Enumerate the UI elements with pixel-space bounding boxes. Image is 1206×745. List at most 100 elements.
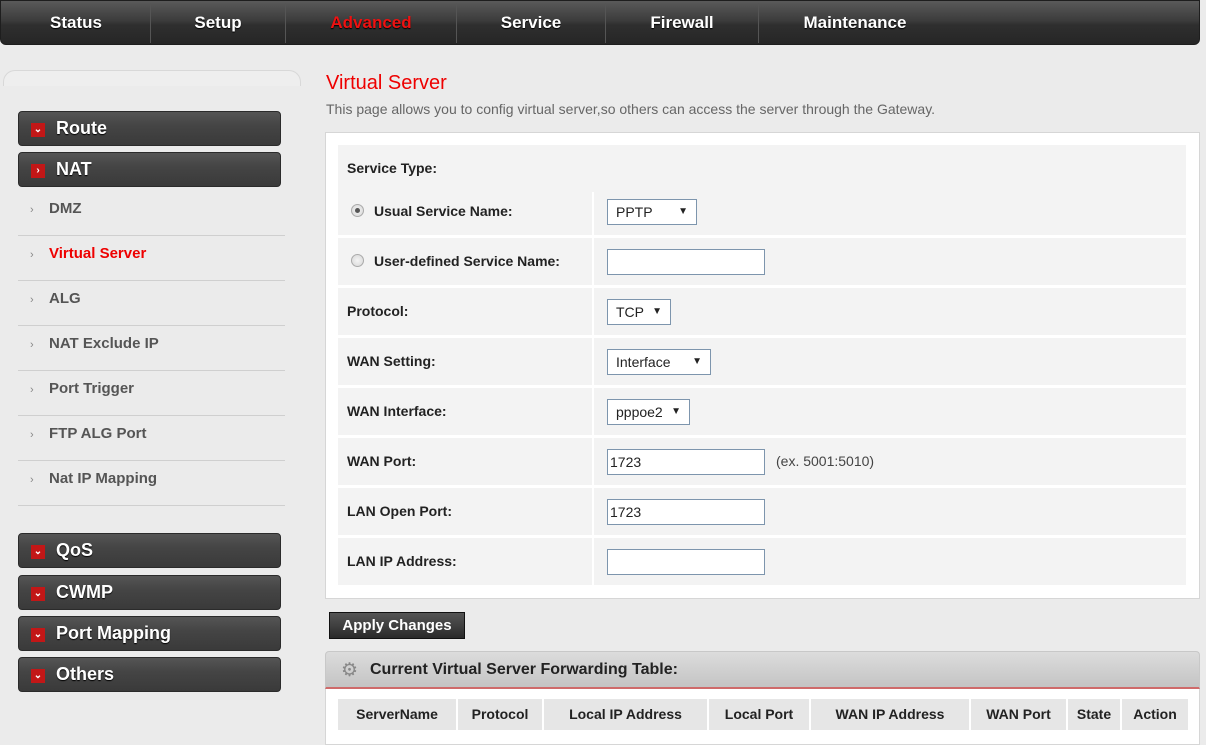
usual-service-radio[interactable] <box>351 204 364 217</box>
forwarding-table: ServerName Protocol Local IP Address Loc… <box>325 689 1200 745</box>
usual-service-select[interactable]: PPTP ▼ <box>607 199 697 225</box>
chevron-right-icon: › <box>31 164 45 178</box>
column-header-local-port: Local Port <box>709 699 809 730</box>
sidebar-group-label: Others <box>56 664 115 684</box>
protocol-label: Protocol: <box>347 303 409 319</box>
form-row-wan-interface: WAN Interface: pppoe2 ▼ <box>338 388 1186 435</box>
nav-firewall[interactable]: Firewall <box>606 1 758 45</box>
page-title: Virtual Server <box>326 72 447 94</box>
user-defined-service-label: User-defined Service Name: <box>374 253 560 269</box>
sidebar-group-label: QoS <box>56 540 94 560</box>
form-row-user-defined-service: User-defined Service Name: <box>338 238 1186 285</box>
dropdown-arrow-icon: ▼ <box>692 356 702 367</box>
wan-setting-label: WAN Setting: <box>347 353 436 369</box>
sidebar-item-nat-exclude-ip[interactable]: › NAT Exclude IP <box>18 326 285 371</box>
form-row-wan-setting: WAN Setting: Interface ▼ <box>338 338 1186 385</box>
forwarding-table-header: ⚙ Current Virtual Server Forwarding Tabl… <box>325 651 1200 689</box>
wan-interface-value: pppoe2 <box>616 404 663 420</box>
sidebar-item-virtual-server[interactable]: › Virtual Server <box>18 236 285 281</box>
wan-setting-select[interactable]: Interface ▼ <box>607 349 711 375</box>
wan-port-label: WAN Port: <box>347 453 417 469</box>
forwarding-table-title: Current Virtual Server Forwarding Table: <box>370 661 678 678</box>
chevron-right-icon: › <box>30 384 34 396</box>
usual-service-label: Usual Service Name: <box>374 203 513 219</box>
sidebar-group-nat[interactable]: › NAT <box>18 152 281 187</box>
sidebar-group-label: Route <box>56 118 107 138</box>
chevron-down-icon: ⌄ <box>31 545 45 559</box>
sidebar-item-label: FTP ALG Port <box>49 425 147 442</box>
column-header-state: State <box>1068 699 1120 730</box>
sidebar-group-cwmp[interactable]: ⌄ CWMP <box>18 575 281 610</box>
sidebar-item-label: DMZ <box>49 200 82 217</box>
gear-icon: ⚙ <box>341 660 359 681</box>
service-type-label: Service Type: <box>347 160 438 176</box>
chevron-right-icon: › <box>30 429 34 441</box>
sidebar-item-label: Port Trigger <box>49 380 135 397</box>
chevron-right-icon: › <box>30 204 34 216</box>
nav-status[interactable]: Status <box>1 1 151 45</box>
nav-service[interactable]: Service <box>457 1 605 45</box>
chevron-right-icon: › <box>30 474 34 486</box>
dropdown-arrow-icon: ▼ <box>671 406 681 417</box>
nav-maintenance[interactable]: Maintenance <box>759 1 951 45</box>
lan-open-port-label: LAN Open Port: <box>347 503 452 519</box>
form-row-service-type: Service Type: <box>338 145 1186 192</box>
virtual-server-form: Service Type: Usual Service Name: PPTP ▼… <box>325 132 1200 599</box>
dropdown-arrow-icon: ▼ <box>652 306 662 317</box>
chevron-right-icon: › <box>30 294 34 306</box>
usual-service-value: PPTP <box>616 204 653 220</box>
lan-open-port-input[interactable] <box>607 499 765 525</box>
dropdown-arrow-icon: ▼ <box>678 206 688 217</box>
sidebar-group-label: CWMP <box>56 582 113 602</box>
sidebar-group-route[interactable]: ⌄ Route <box>18 111 281 146</box>
chevron-right-icon: › <box>30 249 34 261</box>
user-defined-service-radio[interactable] <box>351 254 364 267</box>
chevron-down-icon: ⌄ <box>31 123 45 137</box>
wan-port-hint: (ex. 5001:5010) <box>776 453 875 469</box>
sidebar-group-port-mapping[interactable]: ⌄ Port Mapping <box>18 616 281 651</box>
user-defined-service-input[interactable] <box>607 249 765 275</box>
sidebar-item-dmz[interactable]: › DMZ <box>18 191 285 236</box>
apply-changes-button[interactable]: Apply Changes <box>329 612 465 639</box>
sidebar-item-label: Virtual Server <box>49 245 147 262</box>
column-header-wan-ip-address: WAN IP Address <box>811 699 969 730</box>
column-header-local-ip-address: Local IP Address <box>544 699 707 730</box>
sidebar-item-ftp-alg-port[interactable]: › FTP ALG Port <box>18 416 285 461</box>
wan-port-input[interactable] <box>607 449 765 475</box>
nav-advanced[interactable]: Advanced <box>286 1 456 45</box>
nav-setup[interactable]: Setup <box>151 1 285 45</box>
column-header-wan-port: WAN Port <box>971 699 1066 730</box>
protocol-value: TCP <box>616 304 644 320</box>
sidebar-item-port-trigger[interactable]: › Port Trigger <box>18 371 285 416</box>
chevron-down-icon: ⌄ <box>31 628 45 642</box>
chevron-down-icon: ⌄ <box>31 587 45 601</box>
lan-ip-address-input[interactable] <box>607 549 765 575</box>
column-header-action: Action <box>1122 699 1188 730</box>
sidebar-item-label: Nat IP Mapping <box>49 470 158 487</box>
sidebar-group-label: Port Mapping <box>56 623 171 643</box>
page-description: This page allows you to config virtual s… <box>326 101 936 117</box>
sidebar-group-qos[interactable]: ⌄ QoS <box>18 533 281 568</box>
sidebar-item-alg[interactable]: › ALG <box>18 281 285 326</box>
form-row-protocol: Protocol: TCP ▼ <box>338 288 1186 335</box>
form-row-lan-open-port: LAN Open Port: <box>338 488 1186 535</box>
protocol-select[interactable]: TCP ▼ <box>607 299 671 325</box>
wan-interface-label: WAN Interface: <box>347 403 447 419</box>
sidebar-item-label: ALG <box>49 290 81 307</box>
chevron-right-icon: › <box>30 339 34 351</box>
form-row-wan-port: WAN Port: (ex. 5001:5010) <box>338 438 1186 485</box>
sidebar-item-nat-ip-mapping[interactable]: › Nat IP Mapping <box>18 461 285 506</box>
sidebar-item-label: NAT Exclude IP <box>49 335 159 352</box>
form-row-lan-ip-address: LAN IP Address: <box>338 538 1186 585</box>
form-row-usual-service: Usual Service Name: PPTP ▼ <box>338 188 1186 235</box>
top-navigation: Status Setup Advanced Service Firewall M… <box>0 0 1200 45</box>
column-header-servername: ServerName <box>338 699 456 730</box>
wan-setting-value: Interface <box>616 354 671 370</box>
sidebar-header <box>3 70 301 86</box>
column-header-protocol: Protocol <box>458 699 542 730</box>
wan-interface-select[interactable]: pppoe2 ▼ <box>607 399 690 425</box>
chevron-down-icon: ⌄ <box>31 669 45 683</box>
sidebar-group-label: NAT <box>56 159 92 179</box>
sidebar-group-others[interactable]: ⌄ Others <box>18 657 281 692</box>
lan-ip-address-label: LAN IP Address: <box>347 553 457 569</box>
